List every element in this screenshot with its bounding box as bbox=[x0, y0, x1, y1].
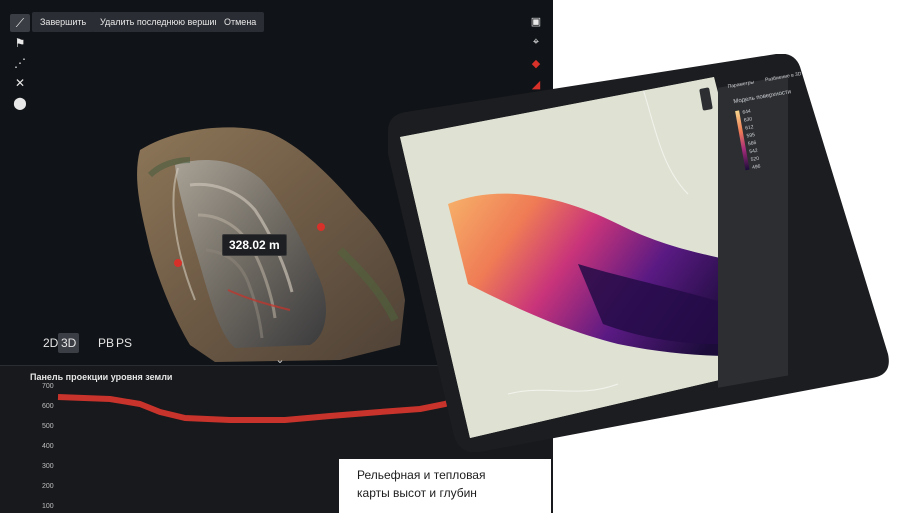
render-mode-ps[interactable]: PS bbox=[113, 333, 135, 353]
y-tick-label: 200 bbox=[42, 483, 54, 490]
tablet-screen: Параметры Разбиение в 3D Модель поверхно… bbox=[388, 53, 889, 453]
camera-icon[interactable]: ▣ bbox=[527, 12, 545, 30]
left-toolbar: ⟋ ⚑ ⋰ ✕ ⬤ bbox=[10, 14, 30, 114]
y-tick-label: 600 bbox=[42, 403, 54, 410]
caption-box: Рельефная и тепловая карты высот и глуби… bbox=[339, 459, 551, 513]
flag-icon[interactable]: ⚑ bbox=[10, 34, 30, 52]
y-tick-label: 100 bbox=[42, 503, 54, 510]
polyline-icon[interactable]: ⋰ bbox=[10, 54, 30, 72]
finish-button[interactable]: Завершить bbox=[32, 12, 95, 32]
caption-line-2: карты высот и глубин bbox=[357, 486, 477, 500]
ruler-icon[interactable]: ⟋ bbox=[10, 14, 30, 32]
y-tick-label: 500 bbox=[42, 423, 54, 430]
focus-icon[interactable]: ⌖ bbox=[527, 33, 545, 51]
location-pin-icon[interactable]: ⬤ bbox=[10, 94, 30, 112]
y-tick-label: 700 bbox=[42, 383, 54, 390]
collapse-panel-icon[interactable]: ⌄ bbox=[270, 353, 290, 365]
tablet-panel-toggle-icon[interactable] bbox=[740, 226, 750, 236]
measure-point[interactable] bbox=[174, 259, 182, 267]
measure-point[interactable] bbox=[317, 223, 325, 231]
y-tick-label: 300 bbox=[42, 463, 54, 470]
caption-line-1: Рельефная и тепловая bbox=[357, 468, 486, 482]
y-tick-label: 400 bbox=[42, 443, 54, 450]
expand-icon[interactable]: ✕ bbox=[10, 74, 30, 92]
cancel-button[interactable]: Отмена bbox=[216, 12, 265, 32]
view-mode-3d[interactable]: 3D bbox=[58, 333, 80, 353]
distance-label: 328.02 m bbox=[222, 234, 287, 256]
tablet-device: Параметры Разбиение в 3D Модель поверхно… bbox=[388, 53, 900, 454]
delete-last-vertex-button[interactable]: Удалить последнюю вершину bbox=[92, 12, 232, 32]
